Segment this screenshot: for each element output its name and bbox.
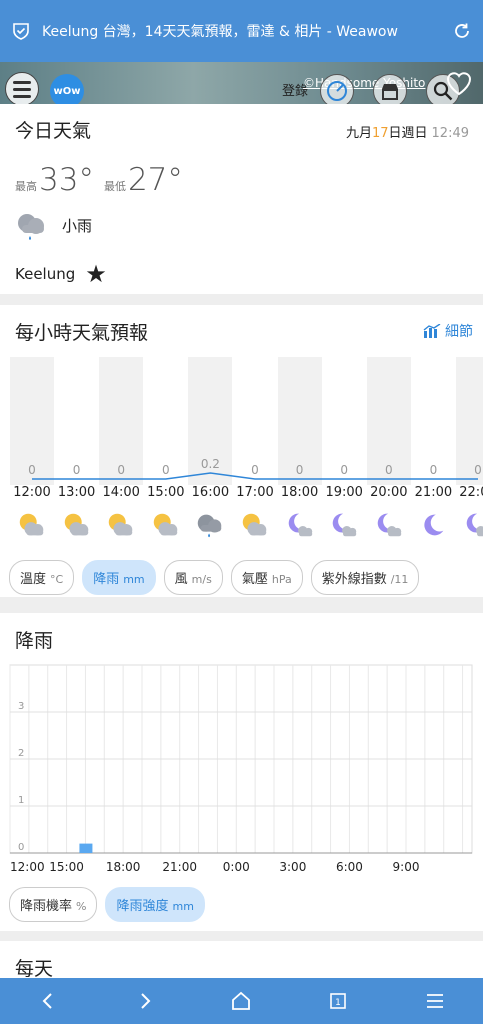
y-tick-label: 0 (18, 842, 24, 853)
x-tick-label: 12:00 (10, 860, 45, 874)
precip-value: 0 (161, 463, 170, 477)
precip-value: 0.2 (200, 457, 220, 471)
moon-cloud-icon (332, 513, 357, 537)
hour-label: 19:00 (325, 485, 363, 500)
hourly-forecast-card: 每小時天氣預報 細節 0 0 0 0 0.2 0 0 0 0 0 0 12:00 13:00 14:00… (0, 305, 483, 597)
hour-label: 12:00 (13, 485, 51, 500)
hour-labels: 12:00 13:00 14:00 15:00 16:00 17:00 18:00 19:00… (0, 485, 483, 505)
star-icon[interactable]: ★ (85, 260, 107, 288)
rain-chart: 0 1 2 3 12:00 15:00 18:00 21:00 0:00 3:00 6:00 9:00 (9, 664, 473, 874)
tabs-icon: 1 (330, 993, 346, 1009)
today-weather-card: 今日天氣 九月17日週日 12:49 最高 33° 最低 27° 小雨 Keelung… (0, 104, 483, 294)
metric-chip[interactable]: 氣壓 hPa (230, 560, 303, 595)
precip-value: 0 (295, 463, 304, 477)
metric-chip[interactable]: 紫外線指數/11 (310, 560, 420, 595)
daily-forecast-card: 每天 (0, 941, 483, 981)
sun-cloud-icon (64, 513, 88, 536)
hour-label: 22:00 (459, 485, 483, 500)
rain-heading: 降雨 (15, 630, 54, 652)
store-button[interactable] (373, 74, 407, 108)
precip-value: 0 (340, 463, 348, 477)
back-button[interactable] (36, 989, 60, 1013)
hour-label: 15:00 (147, 485, 185, 500)
precip-value: 0 (251, 463, 259, 477)
rain-metric-chips: 降雨機率% 降雨強度 mm (9, 887, 205, 922)
moon-cloud-icon (466, 513, 483, 537)
y-tick-label: 2 (18, 748, 24, 759)
chevron-left-icon (42, 993, 53, 1009)
precip-value: 0 (72, 463, 81, 477)
home-icon (232, 991, 251, 1010)
y-tick-label: 3 (18, 701, 24, 712)
sun-cloud-icon (108, 513, 133, 536)
sun-cloud-icon (19, 513, 44, 536)
precip-value: 0 (28, 463, 36, 477)
sun-cloud-icon (153, 513, 178, 536)
high-temp: 33° (39, 162, 94, 198)
reload-icon[interactable] (453, 22, 471, 40)
daily-heading: 每天 (15, 958, 54, 980)
tabs-button[interactable]: 1 (326, 989, 350, 1013)
x-tick-label: 6:00 (336, 860, 363, 874)
moon-icon (424, 514, 444, 536)
browser-menu-button[interactable] (423, 989, 447, 1013)
metric-chip[interactable]: 溫度 °C (9, 560, 75, 595)
precip-value: 0 (429, 463, 438, 477)
x-tick-label: 21:00 (162, 860, 197, 874)
y-tick-label: 1 (18, 795, 24, 806)
metric-chip[interactable]: 降雨強度 mm (105, 887, 205, 922)
radar-icon (327, 81, 347, 101)
weawow-logo[interactable]: wOw (50, 74, 84, 108)
store-icon (382, 84, 398, 100)
temperature-range: 最高 33° 最低 27° (15, 162, 183, 198)
forward-button[interactable] (133, 989, 157, 1013)
precip-value: 0 (117, 463, 125, 477)
hour-label: 21:00 (414, 485, 453, 500)
shield-icon[interactable] (12, 22, 30, 40)
moon-cloud-icon (288, 513, 312, 537)
x-tick-label: 0:00 (223, 860, 250, 874)
moon-cloud-icon (377, 513, 402, 537)
precip-value: 0 (474, 463, 482, 477)
low-temp: 27° (127, 162, 183, 198)
browser-title-bar: Keelung 台灣，14天天氣預報，雷達 & 相片 - Weawow (0, 0, 483, 62)
x-tick-label: 3:00 (279, 860, 306, 874)
hour-label: 14:00 (102, 485, 140, 500)
home-button[interactable] (229, 989, 253, 1013)
metric-chip[interactable]: 降雨機率% (9, 887, 98, 922)
hour-label: 17:00 (236, 485, 274, 500)
svg-text:1: 1 (335, 998, 341, 1008)
menu-button[interactable] (5, 72, 39, 106)
city-name: Keelung (15, 265, 76, 283)
page-title: Keelung 台灣，14天天氣預報，雷達 & 相片 - Weawow (42, 24, 398, 40)
hourly-metric-chips: 溫度 °C 降雨 mm 風 m/s 氣壓 hPa 紫外線指數/11 (9, 560, 420, 595)
precip-values: 0 0 0 0 0.2 0 0 0 0 0 0 (0, 305, 483, 505)
today-date: 九月17日週日 12:49 (345, 126, 469, 141)
rain-bar (79, 843, 93, 853)
city-row: Keelung ★ (15, 260, 107, 288)
hour-label: 16:00 (191, 485, 230, 500)
x-tick-label: 18:00 (106, 860, 141, 874)
rain-card: 降雨 0 1 2 3 12:00 15:00 18:00 21:00 0:00 3:00 6:00 9… (0, 613, 483, 931)
rain-cloud-icon (198, 514, 222, 538)
browser-nav-bar: 1 (0, 978, 483, 1024)
x-tick-label: 15:00 (49, 860, 84, 874)
condition-text: 小雨 (62, 216, 93, 235)
rain-cloud-icon (18, 214, 44, 240)
metric-chip[interactable]: 風 m/s (163, 560, 223, 595)
hourly-icons (0, 509, 483, 543)
precip-value: 0 (384, 463, 393, 477)
today-heading: 今日天氣 (15, 120, 92, 142)
chevron-right-icon (141, 993, 151, 1009)
metric-chip[interactable]: 降雨 mm (82, 560, 156, 595)
menu-icon (426, 994, 443, 1008)
hour-label: 20:00 (370, 485, 408, 500)
current-condition: 小雨 (14, 208, 92, 242)
hour-label: 13:00 (57, 485, 96, 500)
x-tick-label: 9:00 (393, 860, 420, 874)
favorite-heart-icon[interactable] (444, 68, 474, 98)
radar-button[interactable] (320, 74, 354, 108)
hour-label: 18:00 (280, 485, 319, 500)
sun-cloud-icon (242, 513, 267, 536)
